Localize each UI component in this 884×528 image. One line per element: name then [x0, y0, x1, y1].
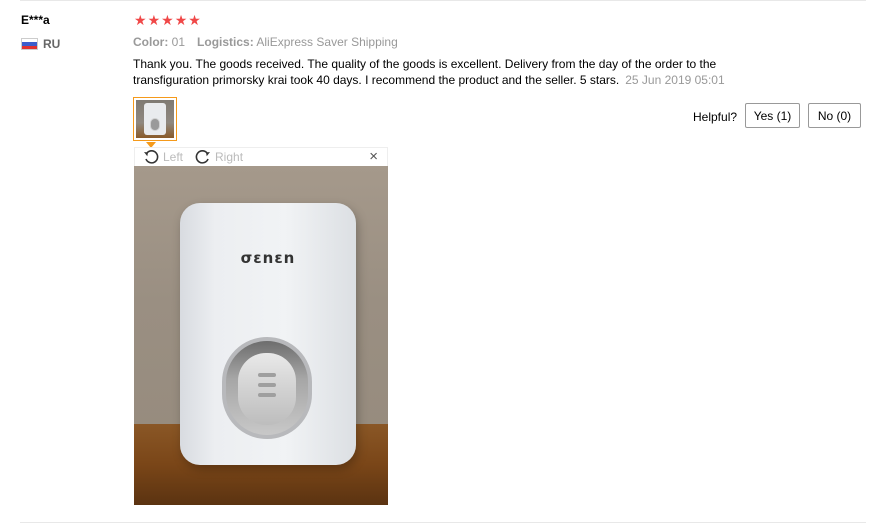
review-date: 25 Jun 2019 05:01	[625, 72, 725, 87]
review-photo-thumbnail[interactable]	[133, 97, 177, 141]
image-viewer-toolbar: Left Right ×	[134, 147, 388, 166]
color-value: 01	[171, 35, 186, 49]
rating-stars: ★ ★ ★ ★ ★	[134, 12, 201, 28]
helpful-no-button[interactable]: No (0)	[808, 103, 861, 128]
color-label: Color:	[133, 35, 169, 49]
slot-ridge	[258, 383, 276, 387]
reviewer-country: RU	[21, 37, 60, 51]
dispenser-slot-inner	[238, 353, 296, 425]
rotate-left-button[interactable]: Left	[143, 149, 183, 165]
photo-dispenser: σεnεn	[180, 203, 356, 465]
rotate-right-label: Right	[215, 150, 244, 164]
rotate-right-icon	[195, 150, 211, 164]
dispenser-brand-logo: σεnεn	[240, 249, 296, 267]
slot-ridge	[258, 393, 276, 397]
thumbnail-image	[136, 100, 174, 138]
review-photo-large: σεnεn	[134, 166, 388, 505]
reviewer-name: E***a	[21, 13, 50, 27]
close-icon[interactable]: ×	[369, 148, 378, 166]
star-icon: ★	[174, 12, 188, 28]
bottom-divider	[20, 522, 866, 523]
order-attributes: Color: 01 Logistics: AliExpress Saver Sh…	[133, 35, 398, 49]
rotate-left-icon	[144, 150, 159, 164]
helpful-yes-button[interactable]: Yes (1)	[745, 103, 800, 128]
logistics-value: AliExpress Saver Shipping	[256, 35, 398, 49]
thumbnail-slot	[150, 118, 160, 131]
star-icon: ★	[134, 12, 147, 28]
logistics-attribute: Logistics: AliExpress Saver Shipping	[197, 35, 398, 49]
color-attribute: Color: 01	[133, 35, 185, 49]
country-code: RU	[43, 37, 61, 51]
dispenser-slot	[222, 337, 312, 439]
helpful-label: Helpful?	[693, 110, 738, 124]
slot-ridge	[258, 373, 276, 377]
rotate-right-button[interactable]: Right	[195, 149, 243, 165]
top-divider	[20, 0, 866, 1]
rotate-left-label: Left	[163, 150, 184, 164]
star-icon: ★	[188, 12, 201, 28]
star-icon: ★	[161, 12, 174, 28]
review-text: Thank you. The goods received. The quali…	[133, 57, 753, 88]
star-icon: ★	[147, 12, 161, 28]
logistics-label: Logistics:	[197, 35, 254, 49]
russia-flag-icon	[21, 38, 38, 50]
thumbnail-dispenser	[144, 103, 166, 135]
